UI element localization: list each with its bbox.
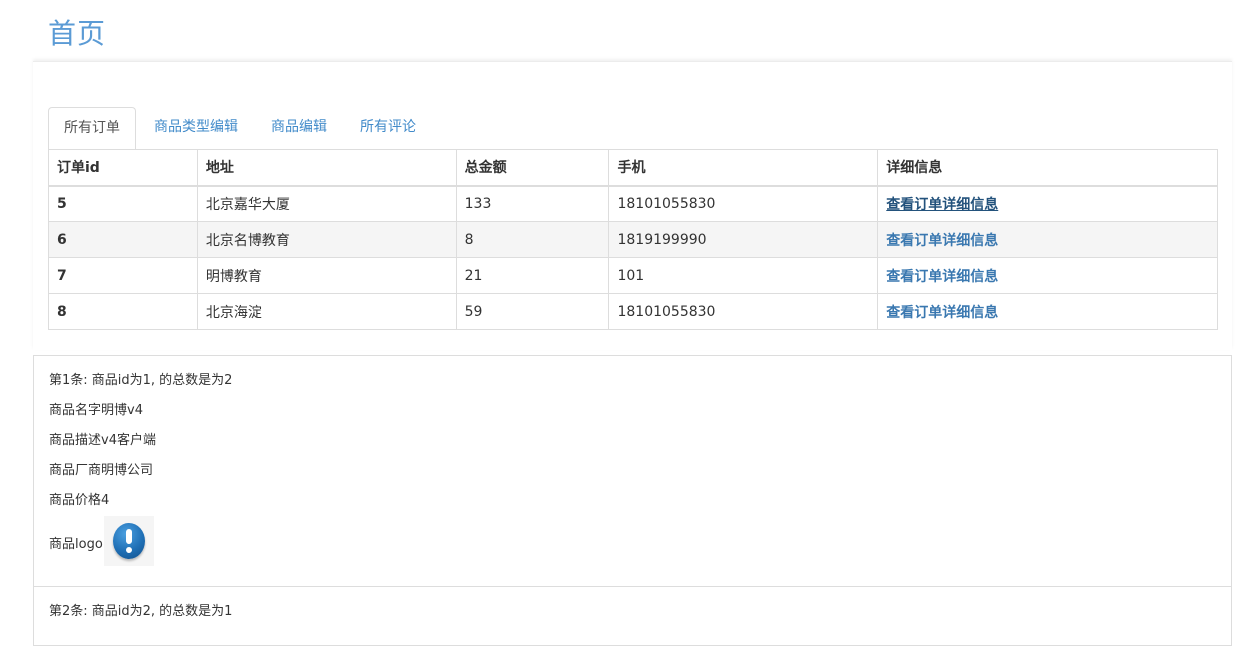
table-row: 6 北京名博教育 8 1819199990 查看订单详细信息 [48,221,1218,258]
goods-description: 商品描述v4客户端 [49,433,156,448]
tab-bar: 所有订单 商品类型编辑 商品编辑 所有评论 [48,107,1218,150]
page-header: 首页 [48,14,106,60]
orders-panel: 所有订单 商品类型编辑 商品编辑 所有评论 订单id 地址 总金额 手机 详细信… [33,61,1232,350]
order-id-cell: 6 [48,221,198,258]
goods-price: 商品价格4 [49,493,110,508]
column-header-order-id: 订单id [48,149,198,187]
address-cell: 北京名博教育 [196,221,457,258]
order-id-cell: 7 [48,257,198,294]
goods-summary: 第2条: 商品id为2, 的总数是为1 [49,604,233,619]
table-row: 5 北京嘉华大厦 133 18101055830 查看订单详细信息 [48,185,1218,222]
goods-summary: 第1条: 商品id为1, 的总数是为2 [49,373,233,388]
order-detail-link[interactable]: 查看订单详细信息 [886,197,998,213]
goods-logo-image [104,516,154,566]
order-detail-link[interactable]: 查看订单详细信息 [886,305,998,321]
goods-name: 商品名字明博v4 [49,403,143,418]
column-header-total: 总金额 [455,149,610,187]
order-detail-link[interactable]: 查看订单详细信息 [886,233,998,249]
tab-goods-edit[interactable]: 商品编辑 [256,107,342,148]
detail-cell: 查看订单详细信息 [877,257,1218,294]
order-id-cell: 5 [48,185,198,222]
phone-cell: 18101055830 [608,185,879,222]
column-header-phone: 手机 [608,149,879,187]
goods-logo-label: 商品logo [49,537,103,552]
phone-cell: 101 [608,257,879,294]
detail-cell: 查看订单详细信息 [877,293,1218,330]
tab-goods-type-edit[interactable]: 商品类型编辑 [139,107,253,148]
phone-cell: 1819199990 [608,221,879,258]
goods-item-panel: 第2条: 商品id为2, 的总数是为1 [33,586,1232,646]
address-cell: 明博教育 [196,257,457,294]
column-header-details: 详细信息 [877,149,1218,187]
column-header-address: 地址 [196,149,457,187]
phone-cell: 18101055830 [608,293,879,330]
detail-cell: 查看订单详细信息 [877,221,1218,258]
address-cell: 北京嘉华大厦 [196,185,457,222]
tab-all-orders[interactable]: 所有订单 [48,107,136,150]
table-header-row: 订单id 地址 总金额 手机 详细信息 [48,149,1218,187]
goods-vendor: 商品厂商明博公司 [49,463,154,478]
order-detail-link[interactable]: 查看订单详细信息 [886,269,998,285]
tab-all-comments[interactable]: 所有评论 [345,107,431,148]
exclamation-icon [113,523,145,559]
detail-cell: 查看订单详细信息 [877,185,1218,222]
total-cell: 133 [455,185,610,222]
table-row: 8 北京海淀 59 18101055830 查看订单详细信息 [48,293,1218,330]
goods-item-panel: 第1条: 商品id为1, 的总数是为2 商品名字明博v4 商品描述v4客户端 商… [33,355,1232,587]
order-id-cell: 8 [48,293,198,330]
total-cell: 21 [455,257,610,294]
address-cell: 北京海淀 [196,293,457,330]
total-cell: 59 [455,293,610,330]
orders-table: 订单id 地址 总金额 手机 详细信息 5 北京嘉华大厦 133 1810105… [48,149,1218,330]
table-row: 7 明博教育 21 101 查看订单详细信息 [48,257,1218,294]
total-cell: 8 [455,221,610,258]
page-title: 首页 [48,17,107,50]
